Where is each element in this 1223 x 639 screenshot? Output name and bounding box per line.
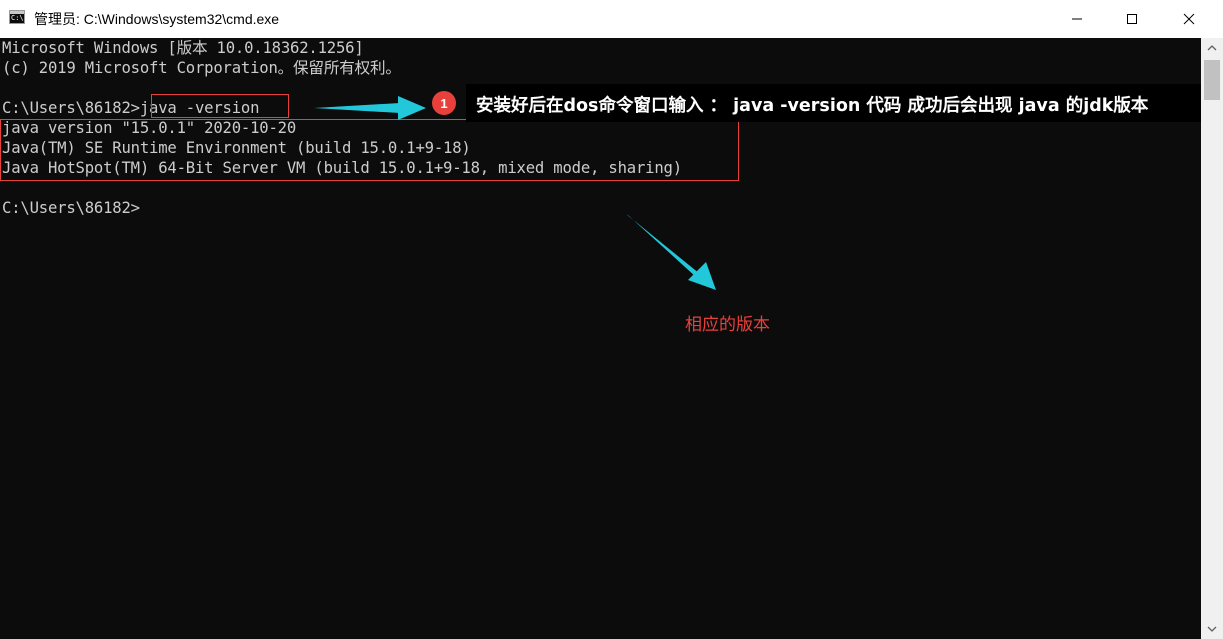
arrow-to-command (314, 96, 426, 120)
arrow-to-version (626, 214, 716, 290)
annotation-arrows (314, 96, 716, 290)
